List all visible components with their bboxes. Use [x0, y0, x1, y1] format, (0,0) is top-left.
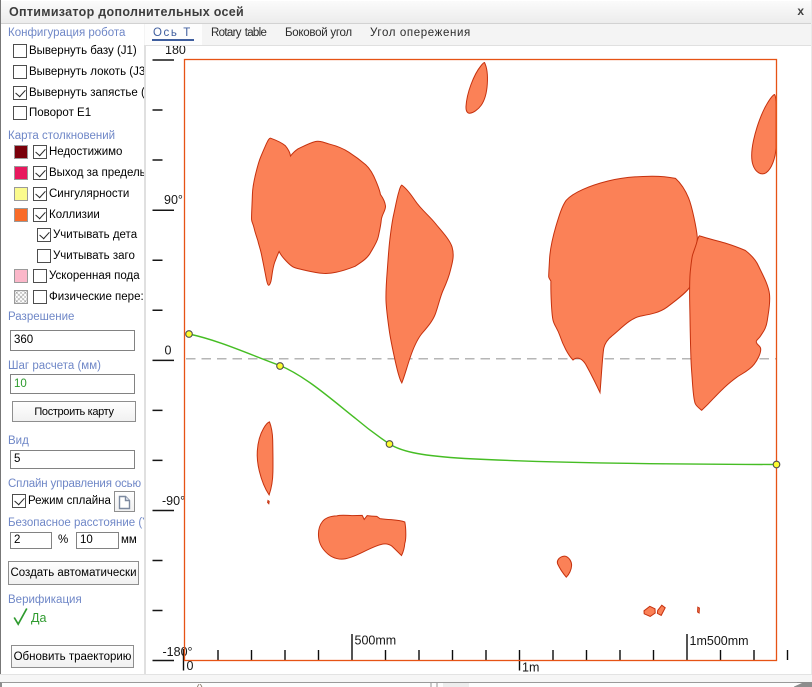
- svg-text:0: 0: [165, 344, 172, 358]
- svg-text:1m500mm: 1m500mm: [690, 634, 749, 648]
- svg-text:180: 180: [165, 46, 186, 57]
- svg-text:500mm: 500mm: [355, 634, 397, 648]
- svg-text:-180°: -180°: [163, 645, 193, 659]
- svg-text:1m: 1m: [522, 661, 539, 675]
- svg-text:-90°: -90°: [162, 494, 185, 508]
- svg-text:90°: 90°: [164, 193, 183, 207]
